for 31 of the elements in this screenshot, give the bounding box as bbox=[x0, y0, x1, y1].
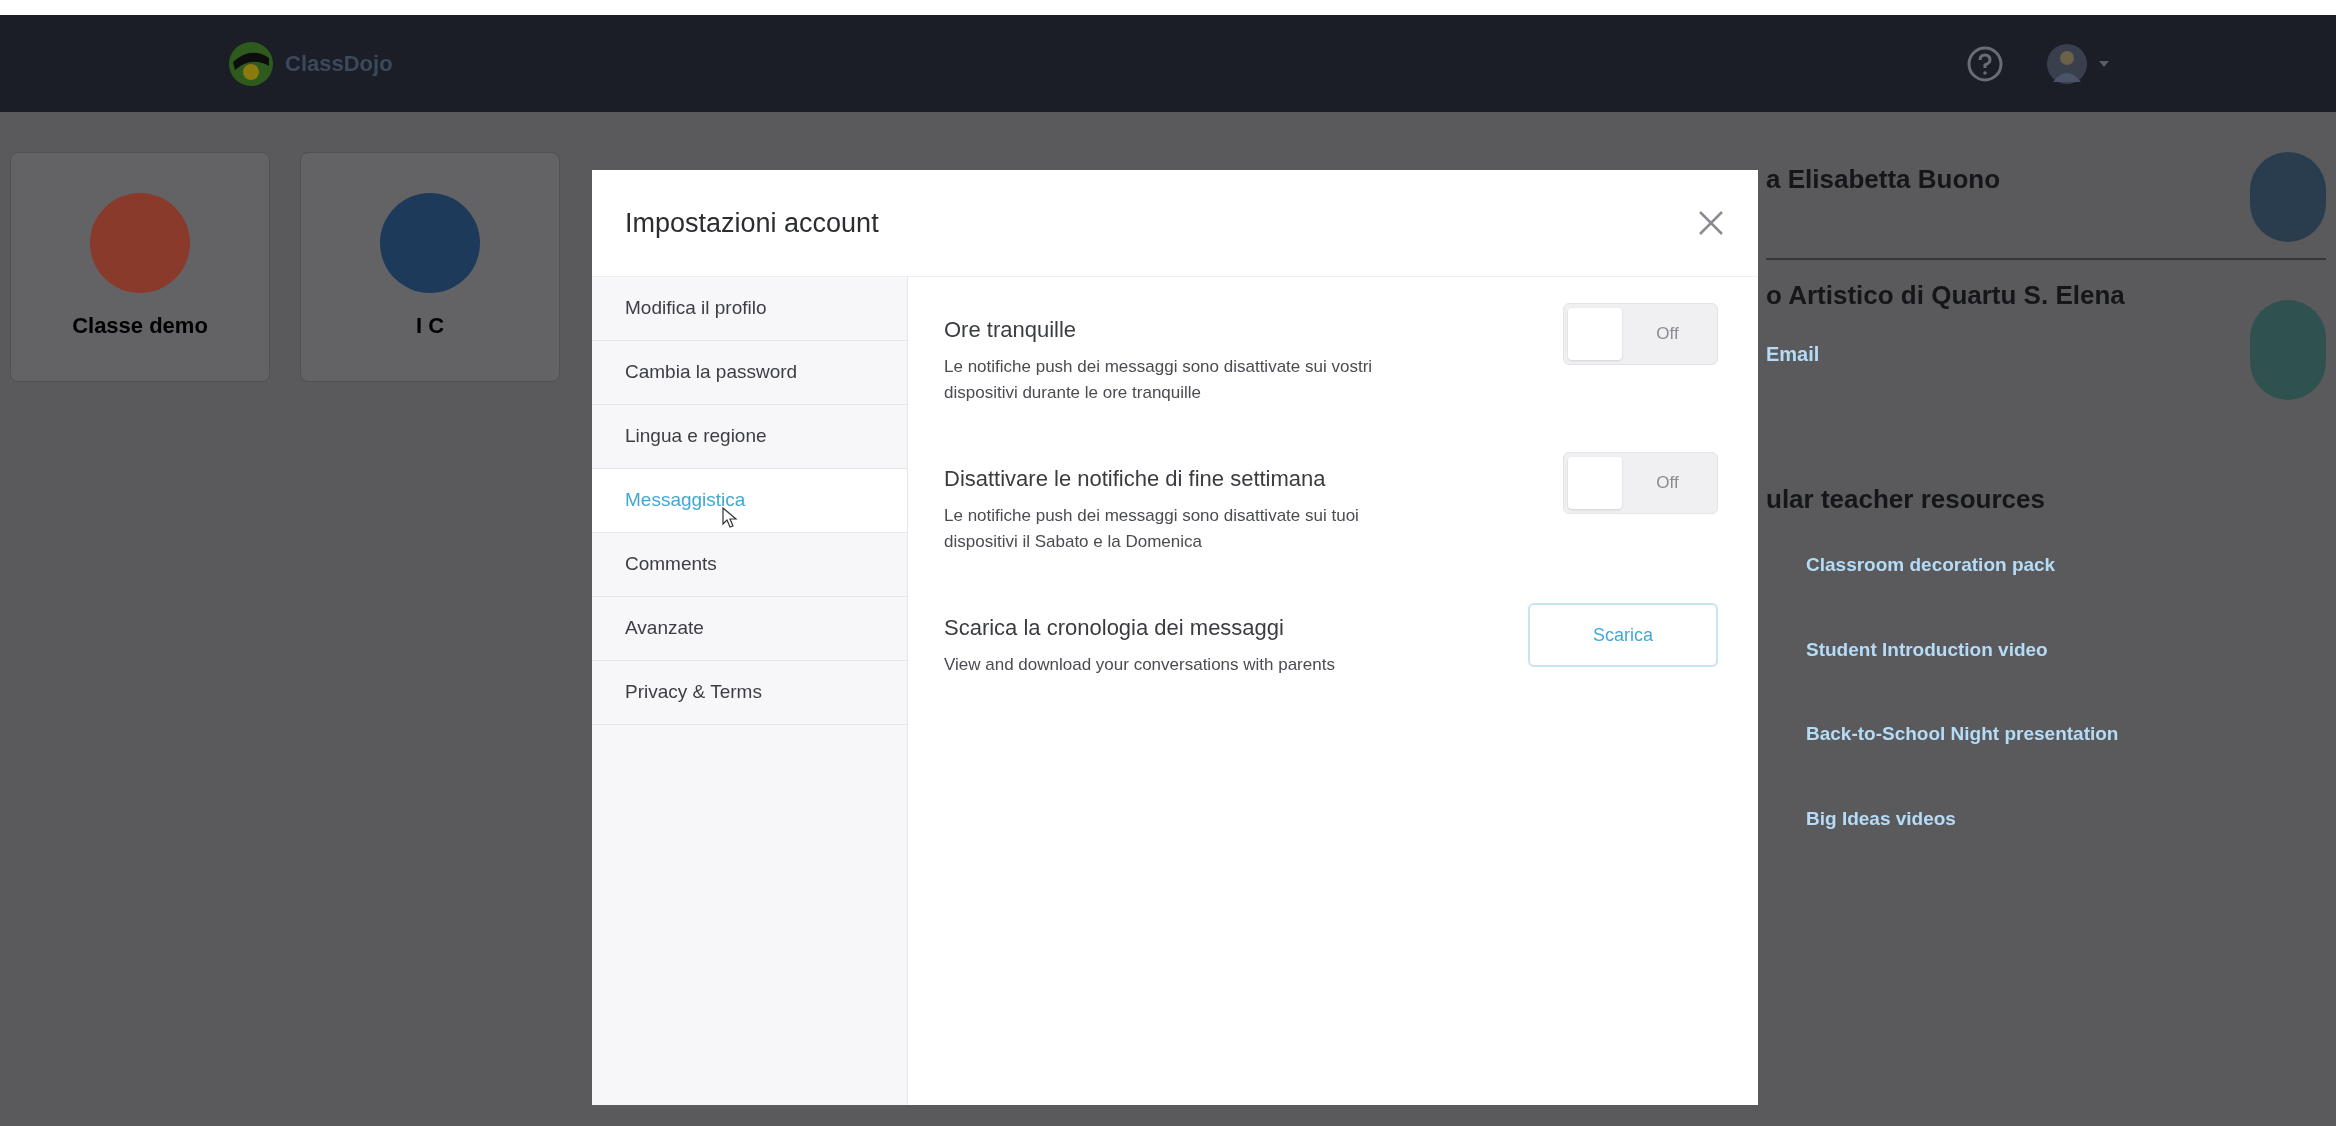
dialog-title: Impostazioni account bbox=[625, 206, 879, 240]
sidebar-item[interactable]: Modifica il profilo bbox=[592, 277, 907, 341]
resource-link[interactable]: Big Ideas videos bbox=[1806, 804, 2326, 833]
class-card[interactable]: Classe demo bbox=[10, 152, 270, 382]
resource-link[interactable]: Student Introduction video bbox=[1806, 635, 2326, 664]
close-icon[interactable] bbox=[1697, 209, 1725, 237]
email-link[interactable]: Email bbox=[1766, 343, 1820, 365]
school-name: o Artistico di Quartu S. Elena bbox=[1766, 279, 2125, 312]
class-name: I C bbox=[415, 312, 445, 340]
setting-title: Ore tranquille bbox=[944, 316, 1078, 344]
setting-title: Scarica la cronologia dei messaggi bbox=[944, 614, 1285, 642]
class-name: Classe demo bbox=[72, 312, 208, 340]
toggle-switch[interactable]: Off bbox=[1563, 452, 1718, 514]
setting-description: View and download your conversations with parents bbox=[944, 654, 1336, 676]
setting-description: Le notifiche push dei messaggi sono disattivate sui tuoi dispositivi il Sabato e la Domenica bbox=[944, 505, 1360, 553]
resource-link[interactable]: Classroom decoration pack bbox=[1806, 551, 2326, 580]
class-card[interactable]: I C bbox=[300, 152, 560, 382]
toggle-switch[interactable]: Off bbox=[1563, 303, 1718, 365]
sidebar-item[interactable]: Cambia la password bbox=[592, 341, 907, 405]
setting-title: Disattivare le notifiche di fine settimana bbox=[944, 465, 1327, 493]
resource-link[interactable]: Back-to-School Night presentation bbox=[1806, 720, 2326, 749]
setting-description: Le notifiche push dei messaggi sono disattivate sui vostri dispositivi durante le ore tranquille bbox=[944, 356, 1374, 404]
sidebar-item[interactable]: Comments bbox=[592, 533, 907, 597]
sidebar-item[interactable]: Privacy & Terms bbox=[592, 661, 907, 725]
resources-heading: ular teacher resources bbox=[1766, 483, 2046, 516]
download-button[interactable]: Scarica bbox=[1528, 603, 1718, 667]
sidebar-item[interactable]: Messaggistica bbox=[592, 469, 907, 533]
avatar-icon[interactable] bbox=[2045, 41, 2089, 86]
caret-icon[interactable] bbox=[2097, 58, 2111, 69]
sidebar-item[interactable]: Avanzate bbox=[592, 597, 907, 661]
teacher-name: a Elisabetta Buono bbox=[1766, 163, 2001, 196]
